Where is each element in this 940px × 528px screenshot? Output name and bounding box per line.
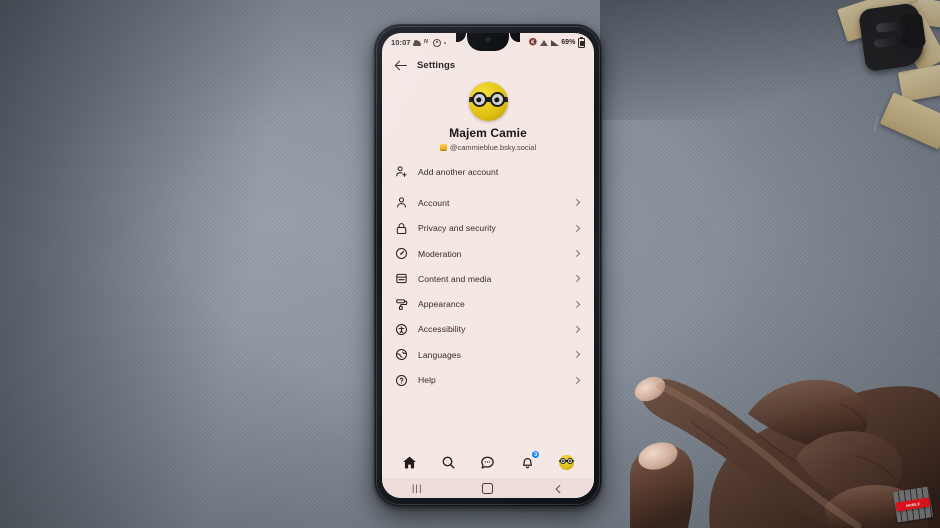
back-arrow-icon[interactable]	[395, 59, 408, 72]
app-bar: Settings	[382, 52, 594, 79]
gauge-icon	[395, 247, 408, 260]
back-chevron-icon	[555, 485, 562, 492]
settings-item-privacy-and-security[interactable]: Privacy and security	[395, 216, 581, 241]
settings-item-languages[interactable]: Languages	[395, 342, 581, 367]
globe-icon	[395, 348, 408, 361]
settings-item-label: Moderation	[418, 248, 462, 259]
settings-item-appearance[interactable]: Appearance	[395, 291, 581, 316]
channel-watermark: MOBILE	[892, 486, 934, 523]
settings-item-add-another-account[interactable]: Add another account	[395, 159, 581, 184]
settings-item-label: Languages	[418, 349, 461, 360]
chevron-right-icon	[574, 377, 581, 384]
notification-badge: 3	[531, 450, 541, 459]
bluesky-settings-app: Settings Majem Camie @cammieblue.bsky.so…	[382, 52, 594, 498]
settings-item-moderation[interactable]: Moderation	[395, 241, 581, 266]
recents-button[interactable]: |||	[404, 480, 430, 496]
window-icon	[395, 272, 408, 285]
chevron-right-icon	[574, 225, 581, 232]
chevron-right-icon	[574, 199, 581, 206]
settings-item-accessibility[interactable]: Accessibility	[395, 317, 581, 342]
nav-item-profile[interactable]	[555, 451, 577, 473]
profile-handle-row: @cammieblue.bsky.social	[439, 143, 537, 152]
settings-list: Add another account Account Privacy and …	[382, 159, 594, 446]
status-time: 10:07	[391, 38, 411, 47]
verified-badge-icon	[439, 144, 447, 151]
android-system-nav: |||	[382, 478, 594, 498]
avatar[interactable]	[468, 82, 508, 121]
chevron-right-icon	[574, 351, 581, 358]
scene: 10:07 N 🔇 69% Settings Majem Camie @camm…	[0, 0, 940, 528]
status-bar-left: 10:07 N	[391, 38, 446, 47]
settings-item-account[interactable]: Account	[395, 190, 581, 215]
search-icon	[441, 455, 456, 470]
wifi-icon	[540, 39, 549, 46]
profile-display-name: Majem Camie	[449, 126, 527, 140]
home-square-icon	[482, 482, 494, 494]
nav-item-search[interactable]	[438, 451, 460, 473]
home-button[interactable]	[475, 480, 501, 496]
page-title: Settings	[417, 60, 456, 71]
camera-notch	[467, 33, 509, 51]
home-icon	[402, 455, 417, 470]
chevron-right-icon	[574, 301, 581, 308]
n-icon: N	[423, 39, 429, 45]
settings-item-label: Add another account	[418, 166, 499, 177]
status-bar-right: 🔇 69%	[528, 36, 585, 48]
nav-item-chat[interactable]	[477, 451, 499, 473]
dot-icon	[443, 41, 446, 44]
settings-item-help[interactable]: Help	[395, 367, 581, 392]
settings-item-label: Account	[418, 197, 450, 208]
mute-icon: 🔇	[528, 39, 538, 46]
profile-header: Majem Camie @cammieblue.bsky.social	[382, 79, 594, 159]
battery-icon	[578, 36, 585, 48]
settings-item-label: Content and media	[418, 273, 492, 284]
settings-item-label: Appearance	[418, 299, 465, 310]
settings-item-label: Privacy and security	[418, 223, 496, 234]
profile-handle: @cammieblue.bsky.social	[449, 143, 537, 152]
signal-icon	[550, 39, 559, 46]
settings-item-content-and-media[interactable]: Content and media	[395, 266, 581, 291]
nav-item-home[interactable]	[399, 451, 421, 473]
settings-item-label: Help	[418, 375, 436, 386]
person-icon	[395, 196, 408, 209]
settings-item-label: Accessibility	[418, 324, 466, 335]
phone-screen[interactable]: 10:07 N 🔇 69% Settings Majem Camie @camm…	[382, 33, 594, 498]
help-circle-icon	[395, 374, 408, 387]
paint-roller-icon	[395, 298, 408, 311]
at-icon	[433, 38, 442, 47]
goggle-left	[471, 92, 487, 107]
goggle-right	[489, 92, 505, 107]
back-button[interactable]	[546, 480, 572, 496]
chat-bubble-icon	[480, 455, 495, 470]
phone-device: 10:07 N 🔇 69% Settings Majem Camie @camm…	[374, 24, 602, 507]
nav-item-notifications[interactable]: 3	[516, 450, 541, 473]
profile-avatar-icon	[558, 454, 574, 470]
chevron-right-icon	[574, 250, 581, 257]
bottom-navigation-bar: 3	[382, 446, 594, 478]
person-add-icon	[395, 165, 408, 178]
lock-icon	[395, 222, 408, 235]
chevron-right-icon	[574, 326, 581, 333]
battery-percent: 69%	[561, 39, 576, 46]
chevron-right-icon	[574, 275, 581, 282]
cloud-icon	[413, 39, 422, 46]
watermark-text: MOBILE	[905, 501, 921, 508]
accessibility-icon	[395, 323, 408, 336]
user-hand	[600, 286, 940, 528]
